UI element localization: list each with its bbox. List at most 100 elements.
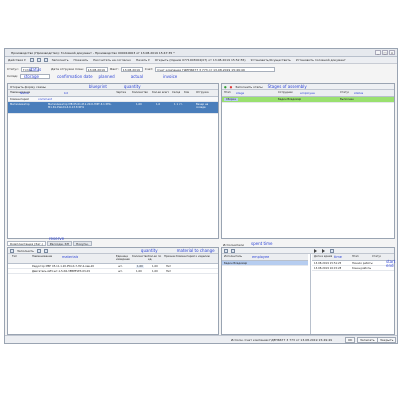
date-plan-field[interactable]: 13.08.2019 bbox=[85, 66, 108, 72]
date-fact-field[interactable]: 13.08.2019 bbox=[120, 66, 143, 72]
ok-button[interactable]: OK bbox=[345, 337, 356, 343]
window-controls: _ □ × bbox=[375, 50, 395, 55]
col-drawing[interactable]: Чертеж bbox=[116, 91, 126, 94]
fill-materials-button[interactable]: Заполнить bbox=[17, 249, 34, 253]
actions-label: Действия bbox=[8, 58, 24, 62]
fill-stages-button[interactable]: Заполнить этапы bbox=[235, 85, 262, 89]
maximize-icon[interactable]: □ bbox=[382, 50, 388, 55]
set-doc-label: Установить головной документ bbox=[295, 58, 346, 62]
materials-table-header: Тип Наименование materials Единица измер… bbox=[8, 254, 218, 264]
tab-purchased[interactable]: Покупн. bbox=[72, 241, 92, 246]
title-bar: Производство (Производство): Головной до… bbox=[5, 49, 397, 57]
copy-icon[interactable] bbox=[36, 58, 41, 62]
set-main-button[interactable]: Установить/Осуществить bbox=[250, 58, 292, 63]
tab-consumables[interactable]: Расходн. КП bbox=[46, 241, 72, 246]
footer-bar: Исполн. Счет компании ГДЕП6677 3 773 от … bbox=[5, 335, 397, 343]
open-link[interactable]: Открыть (Одним 0771003004(07) от 13.08.2… bbox=[154, 58, 247, 63]
add-icon[interactable]: ● bbox=[224, 85, 227, 89]
stop-icon[interactable] bbox=[330, 249, 334, 253]
col-material-total[interactable]: Кол-во по ед. bbox=[148, 255, 162, 261]
stages-annotation: Stages of assembly bbox=[267, 84, 307, 89]
col-stage[interactable]: Этап bbox=[224, 91, 231, 94]
table-row[interactable]: Бадин Владимир bbox=[222, 261, 308, 266]
col-store[interactable]: Склад bbox=[172, 91, 180, 94]
col-time-stage[interactable]: Этап bbox=[352, 255, 359, 258]
tab-components[interactable]: Комплектация (Заг.) bbox=[7, 241, 46, 246]
stages-table-header: Этап stage Сотрудник employee Статус sta… bbox=[222, 90, 394, 97]
time-table-header: Дата и время time Этап Статус bbox=[312, 254, 394, 261]
actual-annotation: actual bbox=[130, 73, 144, 79]
row-name: Металлизатор bbox=[10, 103, 30, 106]
performers-divider bbox=[310, 254, 311, 334]
save-button[interactable]: Записать bbox=[357, 337, 378, 343]
col-total[interactable]: Кол-во всего bbox=[152, 91, 169, 94]
comment-annotation: comment bbox=[38, 97, 53, 101]
col-material-comment[interactable]: Комментарий к изделию bbox=[176, 255, 216, 258]
col-qty[interactable]: Количество bbox=[132, 91, 148, 94]
col-com[interactable]: Ком bbox=[184, 91, 189, 94]
edit-material-icon[interactable] bbox=[36, 248, 41, 253]
performer-name: Бадин Владимир bbox=[224, 262, 248, 265]
save-icon[interactable] bbox=[43, 58, 48, 62]
new-icon[interactable] bbox=[29, 58, 34, 62]
close-button[interactable]: Закрыть bbox=[377, 337, 397, 343]
open-schema-link[interactable]: Открыть форму схемы bbox=[10, 85, 46, 89]
blueprint-annotation: blueprint bbox=[88, 84, 107, 89]
table-row[interactable]: Сборка Бадин Владимир Выполнен bbox=[222, 97, 394, 103]
fill-button[interactable]: Заполнить bbox=[51, 58, 70, 63]
col-material-qty[interactable]: Количество bbox=[132, 255, 148, 258]
row-store: 1 1 ст. bbox=[174, 103, 183, 106]
col-datetime[interactable]: Дата и время bbox=[314, 255, 332, 258]
material-total: 1,00 bbox=[152, 265, 158, 268]
set-doc-button[interactable]: Установить головной документ bbox=[295, 58, 347, 63]
stages-panel: ● ● Заполнить этапы Stages of assembly Э… bbox=[221, 83, 395, 239]
stage-annotation: stage bbox=[236, 91, 245, 95]
header-row-1: Статус: Готов status Дата отгрузки план:… bbox=[7, 66, 276, 72]
col-status[interactable]: Статус bbox=[340, 91, 349, 94]
material-qty: 1,00 bbox=[136, 270, 142, 273]
material-flag: Нет bbox=[166, 265, 172, 268]
table-row[interactable]: Двигатель АИЧ шт-1-5-К6-3ЕВРЕЧЕ3-03-29 ш… bbox=[8, 269, 218, 274]
table-row[interactable]: Металлизатор Металлизатор МВ 05.01.М.1.2… bbox=[8, 102, 218, 114]
reserve-annotation: reserve bbox=[49, 236, 65, 241]
col-time-status[interactable]: Статус bbox=[372, 255, 381, 258]
table-row[interactable]: 13.08.2019 16:15:28 Конец работы bbox=[312, 266, 394, 271]
play-icon[interactable] bbox=[314, 249, 317, 253]
show-button[interactable]: Показать bbox=[72, 58, 89, 63]
col-flag[interactable]: Признак bbox=[164, 255, 176, 258]
add-performer-icon[interactable] bbox=[224, 248, 228, 253]
close-icon[interactable]: × bbox=[389, 50, 395, 55]
materials-panel: Заполнить quantity material to change Ти… bbox=[7, 247, 219, 335]
col-performer[interactable]: Исполнитель bbox=[224, 255, 242, 258]
material-name: Редуктор МВГ 05.11.1.20.РУ4-К-7-ПУ-4-лев… bbox=[32, 265, 95, 268]
delete-material-icon[interactable] bbox=[43, 248, 48, 253]
col-employee[interactable]: Сотрудник bbox=[278, 91, 293, 94]
delete-icon[interactable]: ● bbox=[230, 85, 233, 89]
fill-label: Заполнить bbox=[51, 58, 69, 62]
print-button[interactable]: Печать ▾ bbox=[135, 58, 151, 63]
play-next-icon[interactable] bbox=[322, 249, 325, 253]
footer-invoice: Исполн. Счет компании ГДЕП6677 3 773 от … bbox=[231, 338, 333, 342]
col-ship[interactable]: Отгрузка bbox=[196, 91, 209, 94]
material-change-annotation: material to change bbox=[176, 248, 215, 253]
actions-menu[interactable]: Действия ▾ bbox=[7, 58, 27, 63]
storage-annotation: storage bbox=[23, 73, 39, 79]
fact-label: Факт: bbox=[109, 67, 119, 71]
date-label: Дата отгрузки план: bbox=[51, 67, 84, 71]
delete-performer-icon[interactable] bbox=[231, 248, 235, 253]
time-stage: Конец работы bbox=[352, 267, 372, 270]
row-qty: 1,00 bbox=[136, 103, 142, 106]
col-type[interactable]: Тип bbox=[12, 255, 17, 258]
material-qty: 1,00 bbox=[136, 265, 144, 268]
time-datetime: 13.08.2019 15:51:25 bbox=[314, 262, 342, 265]
minimize-icon[interactable]: _ bbox=[375, 50, 381, 55]
calc-label: Рассчитать на согласно bbox=[93, 58, 131, 62]
col-material-name[interactable]: Наименование bbox=[32, 255, 52, 258]
col-unit[interactable]: Единица измерения bbox=[116, 255, 130, 261]
materials-annotation: materials bbox=[62, 255, 79, 259]
performers-panel: Исполнитель employee Бадин Владимир Дата… bbox=[221, 247, 395, 335]
add-material-icon[interactable] bbox=[10, 248, 14, 253]
row-drawing: Металлизатор МВ 05.01.М.1.20.К-ПФТ-6 1.У… bbox=[48, 103, 112, 109]
invoice-field[interactable]: Счет компании ГДЕП6677 3 773 от 13.08.20… bbox=[155, 66, 276, 72]
calc-button[interactable]: Рассчитать на согласно bbox=[92, 58, 132, 63]
